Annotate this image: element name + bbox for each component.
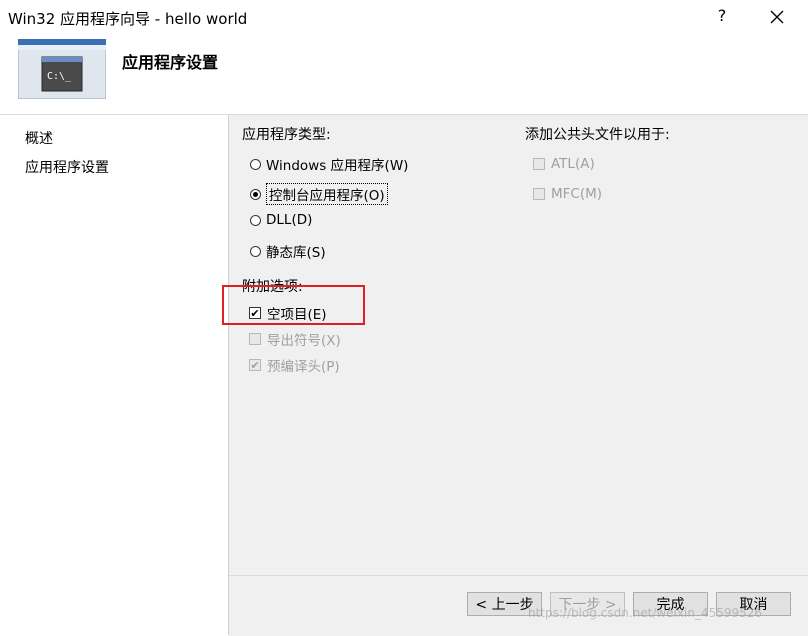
close-icon[interactable] <box>764 4 790 30</box>
common-headers-label: 添加公共头文件以用于: <box>525 127 670 143</box>
radio-windows-app[interactable]: Windows 应用程序(W) <box>250 154 408 174</box>
wizard-nav: 概述 应用程序设置 <box>0 115 229 635</box>
watermark: https://blog.csdn.net/weixin_45599526 <box>528 606 763 620</box>
checkbox-box <box>533 158 545 170</box>
checkbox-box <box>249 333 261 345</box>
window-title: Win32 应用程序向导 - hello world <box>8 10 248 28</box>
radio-label: 静态库(S) <box>266 245 326 261</box>
radio-indicator <box>250 188 261 200</box>
radio-indicator <box>250 158 261 170</box>
radio-dll[interactable]: DLL(D) <box>250 212 312 228</box>
checkbox-export-symbols[interactable]: 导出符号(X) <box>249 329 341 349</box>
console-app-icon: C:\_ <box>18 39 106 99</box>
checkbox-label: MFC(M) <box>551 186 603 202</box>
radio-label: 控制台应用程序(O) <box>266 183 388 205</box>
radio-label: DLL(D) <box>266 212 313 228</box>
help-button[interactable]: ? <box>712 6 732 25</box>
radio-console-app[interactable]: 控制台应用程序(O) <box>250 183 388 205</box>
checkbox-mfc[interactable]: MFC(M) <box>533 186 602 202</box>
radio-static-lib[interactable]: 静态库(S) <box>250 241 326 261</box>
app-type-label: 应用程序类型: <box>242 127 331 143</box>
checkbox-label: ATL(A) <box>551 156 595 172</box>
logo-text: C:\_ <box>47 71 72 82</box>
nav-item-app-settings[interactable]: 应用程序设置 <box>25 157 109 177</box>
checkbox-label: 导出符号(X) <box>267 333 341 349</box>
checkmark-icon: ✔ <box>249 358 261 372</box>
wizard-header: C:\_ 应用程序设置 <box>0 34 808 115</box>
radio-indicator <box>250 214 261 226</box>
radio-label: Windows 应用程序(W) <box>266 158 409 174</box>
checkbox-atl[interactable]: ATL(A) <box>533 156 595 172</box>
title-bar: Win32 应用程序向导 - hello world ? <box>0 0 808 34</box>
highlight-annotation <box>222 285 365 325</box>
checkbox-label: 预编译头(P) <box>267 359 340 375</box>
checkbox-precompiled-header[interactable]: ✔ 预编译头(P) <box>249 355 340 375</box>
checkbox-box <box>533 188 545 200</box>
radio-indicator <box>250 245 261 257</box>
page-title: 应用程序设置 <box>122 53 219 72</box>
nav-item-overview[interactable]: 概述 <box>25 128 53 148</box>
